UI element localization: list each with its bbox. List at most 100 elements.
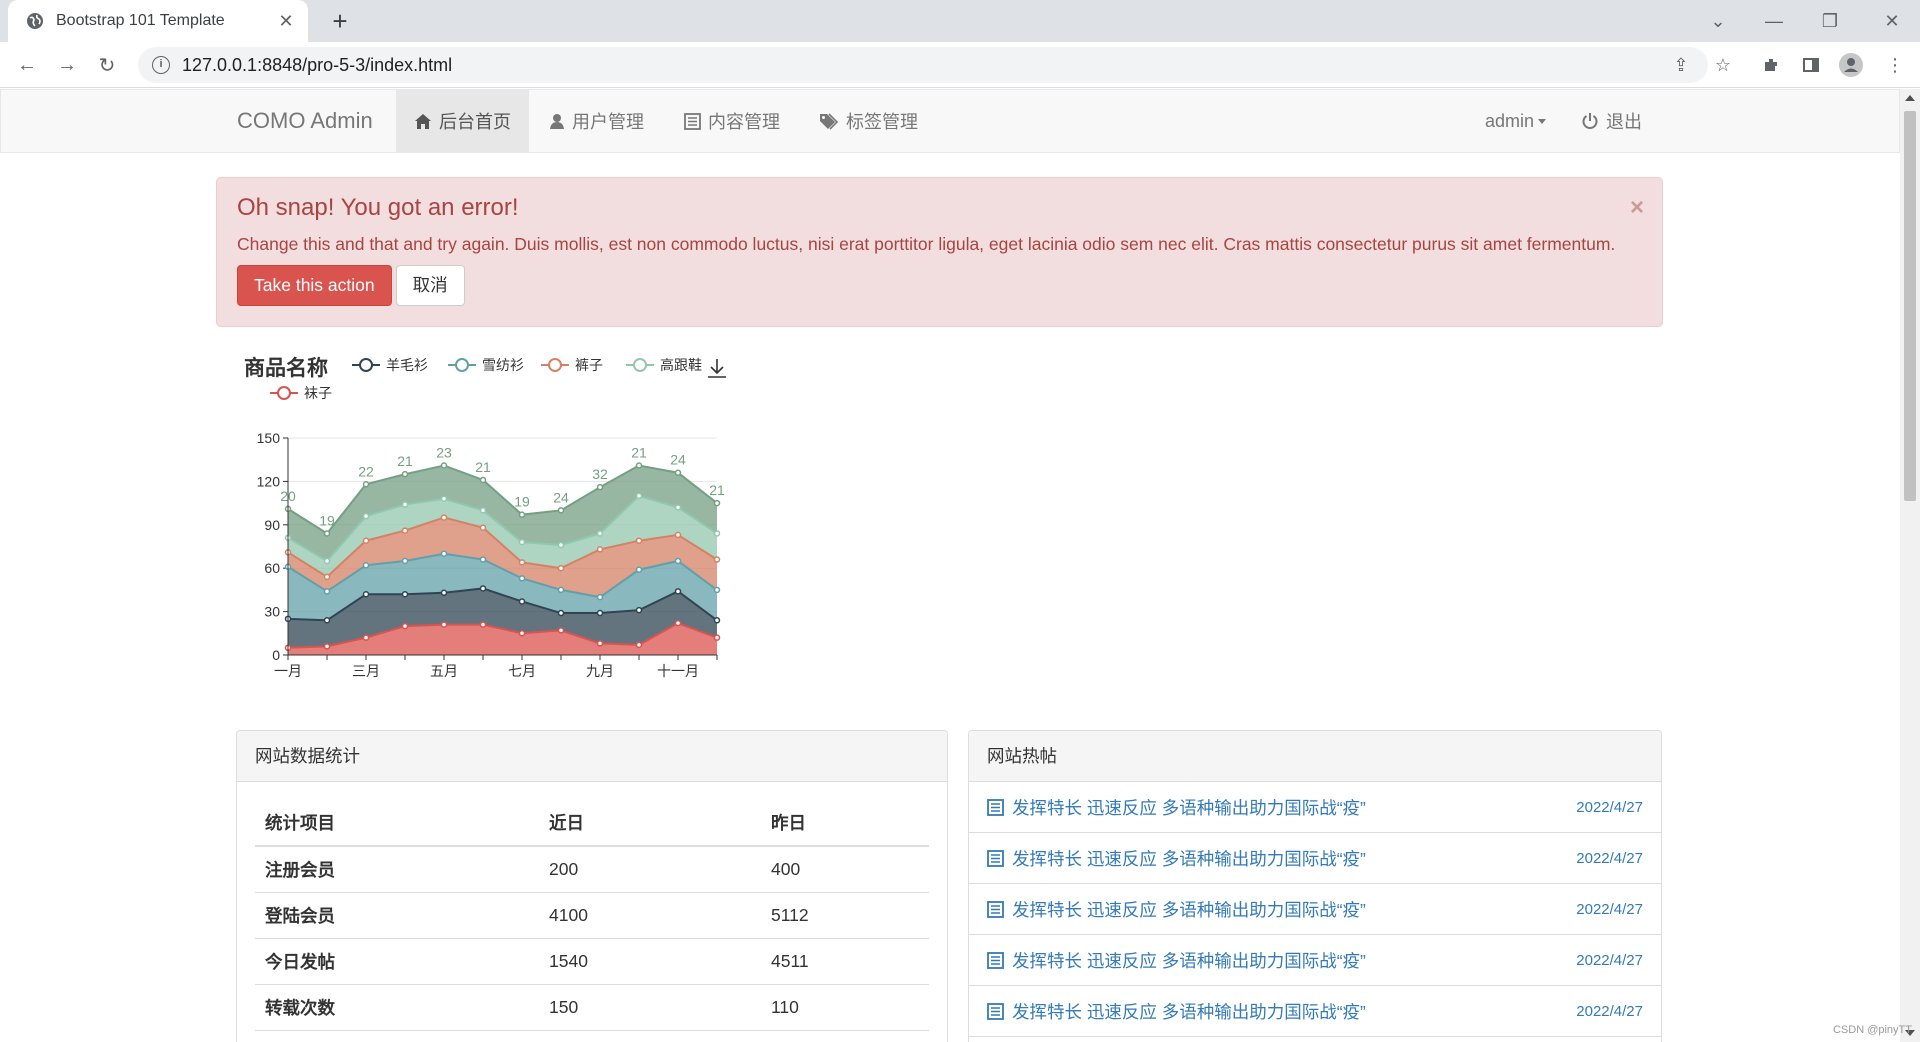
legend-swatch-marker bbox=[277, 386, 291, 400]
data-point bbox=[479, 621, 487, 628]
data-point bbox=[557, 564, 565, 572]
hot-post-title: 发挥特长 迅速反应 多语种输出助力国际战“疫” bbox=[1012, 848, 1366, 869]
data-point bbox=[440, 550, 448, 557]
data-point bbox=[401, 622, 409, 630]
hot-post-link[interactable]: 发挥特长 迅速反应 多语种输出助力国际战“疫” bbox=[987, 897, 1576, 922]
navbar-brand[interactable]: COMO Admin bbox=[237, 90, 373, 152]
list-alt-icon bbox=[987, 951, 1004, 969]
alert-message: Change this and that and try again. Duis… bbox=[237, 234, 1616, 254]
data-label: 19 bbox=[319, 512, 335, 528]
nav-item-tags[interactable]: 标签管理 bbox=[801, 90, 936, 152]
data-point bbox=[674, 469, 682, 476]
close-window-icon[interactable]: ✕ bbox=[1864, 0, 1920, 42]
minimize-icon[interactable]: — bbox=[1746, 0, 1802, 42]
nav-item-content[interactable]: 内容管理 bbox=[666, 90, 798, 152]
tab-search-icon[interactable]: ⌄ bbox=[1690, 0, 1746, 42]
data-point bbox=[362, 562, 370, 569]
list-alt-icon bbox=[987, 849, 1004, 867]
data-point bbox=[401, 501, 409, 508]
menu-kebab-icon[interactable]: ⋮ bbox=[1880, 50, 1910, 80]
user-dropdown[interactable]: admin bbox=[1467, 90, 1564, 152]
restore-icon[interactable]: ❐ bbox=[1802, 0, 1858, 42]
hot-post-link[interactable]: 发挥特长 迅速反应 多语种输出助力国际战“疫” bbox=[987, 948, 1576, 973]
site-info-icon[interactable]: i bbox=[152, 56, 170, 74]
nav-item-users[interactable]: 用户管理 bbox=[531, 90, 662, 152]
hot-post-link[interactable]: 发挥特长 迅速反应 多语种输出助力国际战“疫” bbox=[987, 999, 1576, 1024]
data-point bbox=[596, 546, 604, 553]
data-point bbox=[518, 559, 526, 566]
profile-avatar-icon[interactable] bbox=[1836, 50, 1866, 80]
list-item: 发挥特长 迅速反应 多语种输出助力国际战“疫” 2022/4/27 bbox=[969, 884, 1661, 935]
list-item: 发挥特长 迅速反应 多语种输出助力国际战“疫” 2022/4/27 bbox=[969, 935, 1661, 986]
bookmark-star-icon[interactable]: ☆ bbox=[1708, 47, 1738, 83]
tab-close-icon[interactable]: ✕ bbox=[276, 11, 296, 32]
data-point bbox=[323, 643, 331, 650]
list-item: 发挥特长 迅速反应 多语种输出助力国际战“疫” 2022/4/27 bbox=[969, 986, 1661, 1037]
column-header: 近日 bbox=[539, 799, 761, 847]
tab-title: Bootstrap 101 Template bbox=[56, 12, 225, 29]
share-icon[interactable]: ⇪ bbox=[1666, 47, 1696, 83]
stats-panel: 网站数据统计 统计项目 近日 昨日 注册会员 200 400 登陆会员 4100 bbox=[236, 730, 948, 1042]
data-point bbox=[323, 588, 331, 595]
cancel-button[interactable]: 取消 bbox=[395, 265, 465, 306]
nav-item-label: 用户管理 bbox=[572, 112, 644, 132]
data-point bbox=[596, 530, 604, 537]
legend-label: 高跟鞋 bbox=[660, 357, 702, 373]
legend-swatch-marker bbox=[548, 358, 562, 372]
data-label: 21 bbox=[709, 482, 725, 498]
data-point bbox=[362, 481, 370, 488]
table-cell: 转载次数 bbox=[255, 984, 539, 1031]
side-panel-icon[interactable] bbox=[1796, 50, 1826, 80]
alert-close-icon[interactable]: × bbox=[1630, 194, 1644, 222]
data-point bbox=[362, 537, 370, 544]
scroll-up-icon[interactable] bbox=[1905, 95, 1915, 101]
legend-label: 袜子 bbox=[304, 385, 332, 401]
table-cell: 110 bbox=[761, 984, 929, 1031]
new-tab-icon[interactable]: + bbox=[325, 6, 355, 36]
logout-link[interactable]: 退出 bbox=[1563, 90, 1660, 152]
data-label: 21 bbox=[397, 453, 413, 469]
hot-post-link[interactable]: 发挥特长 迅速反应 多语种输出助力国际战“疫” bbox=[987, 795, 1576, 820]
data-point bbox=[323, 557, 331, 565]
data-point bbox=[713, 586, 721, 594]
data-label: 24 bbox=[670, 452, 686, 468]
table-cell: 登陆会员 bbox=[255, 892, 539, 939]
globe-icon bbox=[27, 13, 43, 29]
table-cell: 4100 bbox=[539, 892, 761, 939]
hot-post-link[interactable]: 发挥特长 迅速反应 多语种输出助力国际战“疫” bbox=[987, 846, 1576, 871]
table-cell: 200 bbox=[539, 846, 761, 893]
legend-swatch-marker bbox=[633, 358, 647, 372]
download-icon[interactable] bbox=[708, 359, 726, 378]
user-dropdown-label: admin bbox=[1485, 110, 1535, 131]
take-action-button[interactable]: Take this action bbox=[237, 265, 392, 306]
address-bar[interactable]: i 127.0.0.1:8848/pro-5-3/index.html ⇪ ☆ bbox=[138, 47, 1731, 83]
nav-item-home[interactable]: 后台首页 bbox=[396, 90, 529, 152]
legend-label: 羊毛衫 bbox=[386, 357, 428, 373]
list-alt-icon bbox=[987, 1002, 1004, 1020]
data-point bbox=[635, 641, 643, 649]
data-point bbox=[713, 617, 721, 624]
back-icon[interactable]: ← bbox=[12, 50, 42, 80]
hot-post-date: 2022/4/27 bbox=[1576, 1002, 1643, 1020]
list-item: 发挥特长 迅速反应 多语种输出助力国际战“疫” 2022/4/27 bbox=[969, 833, 1661, 884]
data-point bbox=[635, 492, 643, 500]
data-point bbox=[440, 514, 448, 521]
data-point bbox=[557, 586, 565, 594]
forward-icon[interactable]: → bbox=[52, 50, 82, 80]
browser-tab[interactable]: Bootstrap 101 Template ✕ bbox=[8, 0, 308, 42]
stats-panel-title: 网站数据统计 bbox=[237, 731, 947, 782]
logout-label: 退出 bbox=[1606, 112, 1642, 132]
home-icon bbox=[414, 113, 432, 130]
data-point bbox=[362, 512, 370, 520]
data-point bbox=[557, 609, 565, 617]
data-point bbox=[479, 476, 487, 484]
data-point bbox=[674, 619, 682, 627]
page-scrollbar[interactable] bbox=[1900, 89, 1920, 1042]
reload-icon[interactable]: ↻ bbox=[92, 50, 122, 80]
scrollbar-thumb[interactable] bbox=[1904, 111, 1916, 501]
data-point bbox=[323, 573, 331, 581]
data-point bbox=[479, 524, 487, 531]
list-alt-icon bbox=[987, 900, 1004, 918]
address-url[interactable]: 127.0.0.1:8848/pro-5-3/index.html bbox=[182, 55, 452, 76]
extensions-icon[interactable] bbox=[1756, 50, 1786, 80]
